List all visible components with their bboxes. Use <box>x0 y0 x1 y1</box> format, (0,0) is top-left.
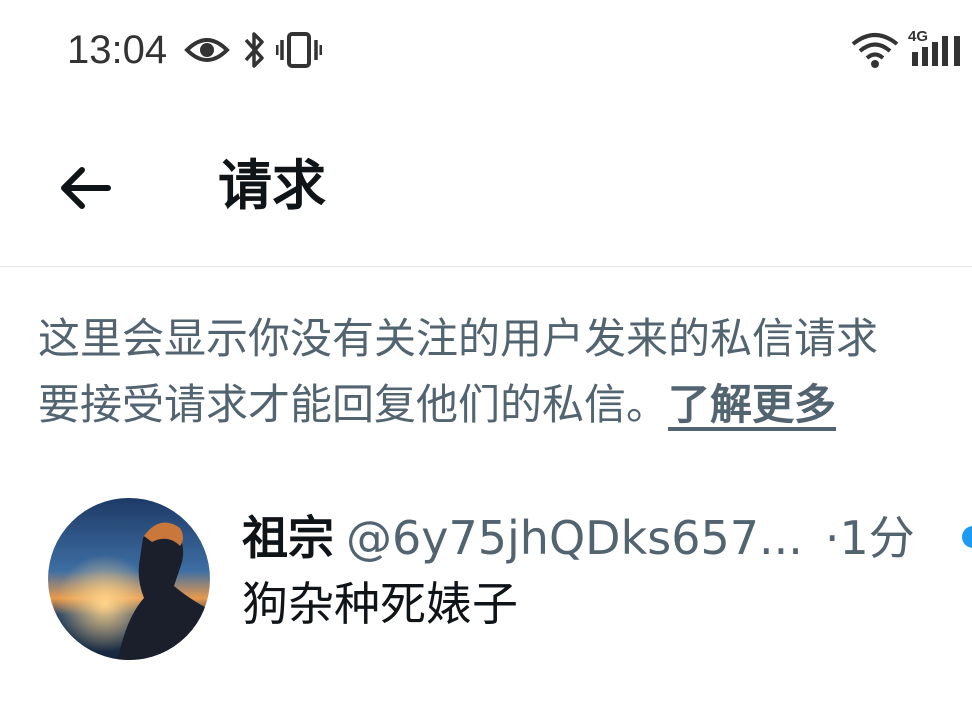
unread-indicator <box>962 526 972 548</box>
bluetooth-icon <box>244 32 264 68</box>
requests-info-text: 这里会显示你没有关注的用户发来的私信请求 要接受请求才能回复他们的私信。了解更多 <box>38 306 972 438</box>
message-preview: 狗杂种死婊子 <box>242 577 518 631</box>
display-name[interactable]: 祖宗 <box>242 511 334 565</box>
info-line-1: 这里会显示你没有关注的用户发来的私信请求 <box>38 314 879 363</box>
learn-more-link[interactable]: 了解更多 <box>668 380 836 429</box>
message-time: 1分 <box>839 511 915 565</box>
request-header: 祖宗 @6y75jhQDks657... ·1分 <box>242 508 915 568</box>
page-title: 请求 <box>218 154 326 217</box>
arrow-left-icon <box>61 167 111 209</box>
user-handle: @6y75jhQDks657... <box>346 511 803 565</box>
status-time: 13:04 <box>67 28 168 72</box>
separator-dot: · <box>824 511 840 565</box>
back-button[interactable] <box>52 156 116 220</box>
vibrate-icon <box>276 32 322 68</box>
list-item[interactable]: 祖宗 @6y75jhQDks657... ·1分 狗杂种死婊子 <box>0 490 972 670</box>
avatar[interactable] <box>48 498 210 660</box>
eye-icon <box>184 38 230 62</box>
info-line-2-text: 要接受请求才能回复他们的私信。 <box>38 380 669 429</box>
top-app-bar: 请求 <box>0 120 972 266</box>
status-bar: 13:04 4G <box>0 0 972 100</box>
info-line-2: 要接受请求才能回复他们的私信。了解更多 <box>38 372 972 438</box>
wifi-icon <box>851 33 899 68</box>
header-divider <box>0 266 972 267</box>
signal-4g-icon: 4G <box>906 28 966 70</box>
